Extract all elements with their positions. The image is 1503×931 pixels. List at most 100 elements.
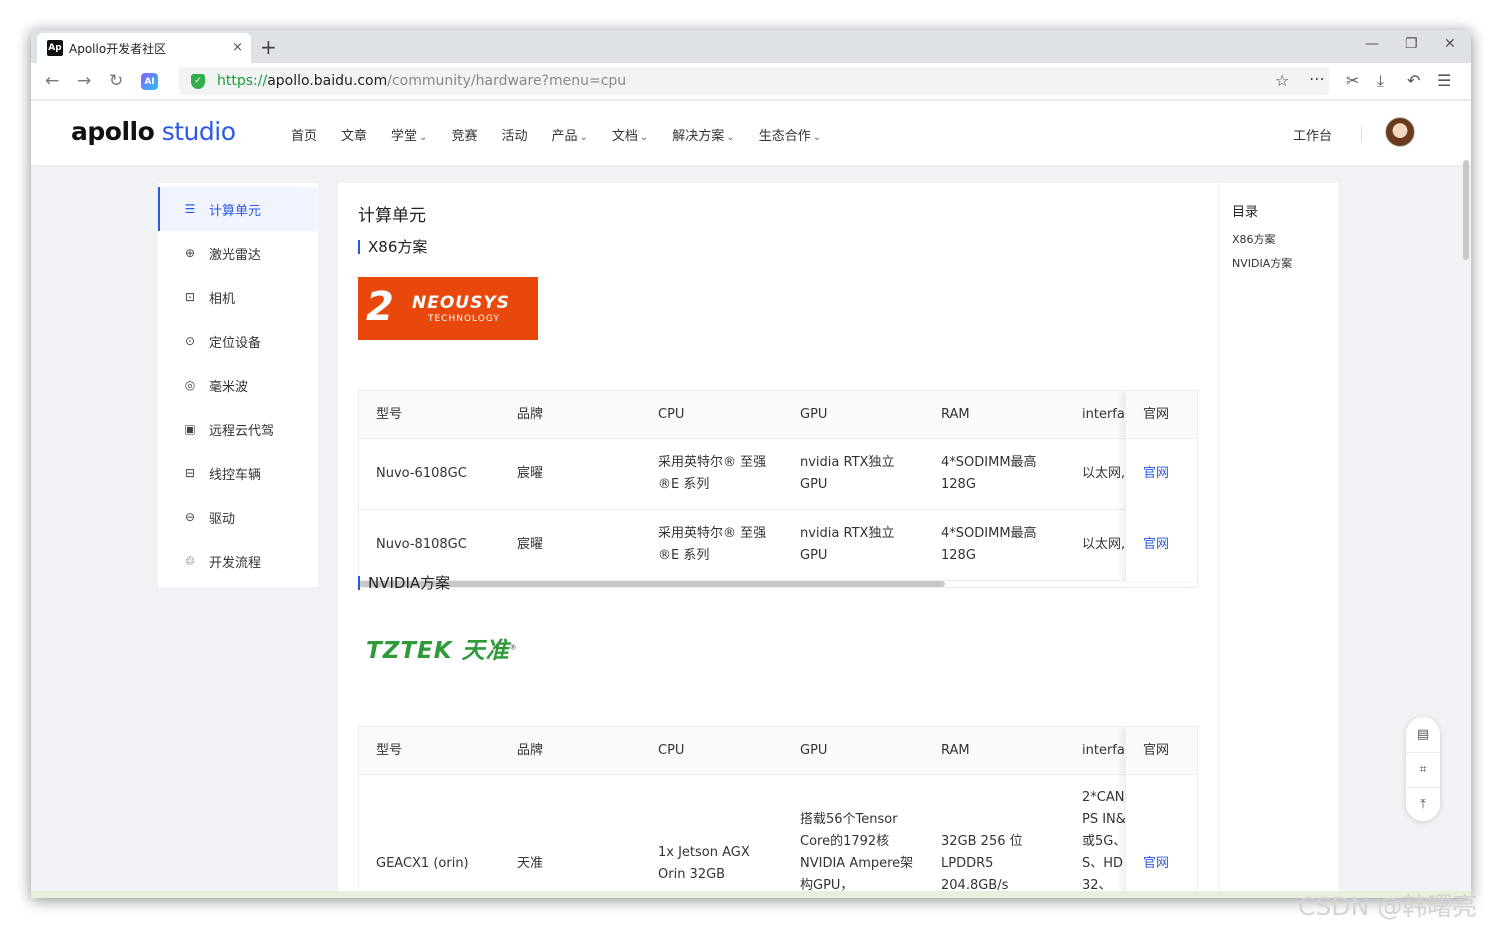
- cell-brand: 天准: [517, 856, 544, 871]
- reload-icon[interactable]: ↻: [109, 71, 123, 91]
- close-window-icon[interactable]: ✕: [1444, 36, 1456, 52]
- bookmark-star-icon[interactable]: ☆: [1275, 71, 1289, 90]
- nav-item-solutions[interactable]: 解决方案 ⌄: [672, 125, 734, 144]
- radar-icon: ◎: [184, 378, 196, 392]
- col-interface: interfa: [1082, 743, 1125, 758]
- scan-icon[interactable]: ⌗: [1406, 752, 1440, 786]
- nav-item-docs[interactable]: 文档 ⌄: [612, 125, 648, 144]
- apollo-studio-logo[interactable]: apollo studio: [71, 117, 236, 146]
- table-row: Nuvo-6108GC 宸曜 采用英特尔® 至强®E 系列 nvidia RTX…: [359, 439, 1197, 510]
- screenshot-cut-icon[interactable]: ✂: [1346, 71, 1359, 90]
- url-path: /community/hardware?menu=cpu: [387, 73, 627, 89]
- back-icon[interactable]: ←: [45, 71, 59, 91]
- workbench-link[interactable]: 工作台: [1293, 125, 1332, 144]
- col-model: 型号: [376, 407, 403, 422]
- toc-item-x86[interactable]: X86方案: [1232, 231, 1276, 247]
- col-gpu: GPU: [800, 743, 828, 758]
- sidebar-item-lidar[interactable]: ⊕ 激光雷达: [158, 231, 318, 275]
- remote-icon: ▣: [184, 422, 196, 436]
- logo-main: apollo: [71, 117, 155, 146]
- bottom-strip: [31, 891, 1471, 898]
- database-icon: ☰: [184, 202, 196, 216]
- cell-model: Nuvo-8108GC: [376, 537, 467, 552]
- fixed-link-column: 官网 官网: [1125, 727, 1197, 898]
- feedback-icon[interactable]: ▤: [1406, 717, 1440, 751]
- tab-bar: Ap Apollo开发者社区 × + — ❐ ✕: [31, 30, 1471, 63]
- toc-item-nvidia[interactable]: NVIDIA方案: [1232, 255, 1292, 271]
- close-tab-icon[interactable]: ×: [232, 40, 243, 55]
- cell-interface: 以太网,: [1082, 466, 1126, 481]
- site-header: apollo studio 首页 文章 学堂 ⌄ 竞赛 活动 产品 ⌄ 文档 ⌄ 解决…: [31, 101, 1471, 165]
- cell-cpu: 采用英特尔® 至强®E 系列: [658, 455, 767, 492]
- cell-interface: 以太网,: [1082, 537, 1126, 552]
- col-website: 官网: [1143, 743, 1170, 758]
- main-content: 计算单元 X86方案 2 NEOUSYS TECHNOLOGY 型号 品牌 CP…: [338, 183, 1218, 898]
- main-nav: 首页 文章 学堂 ⌄ 竞赛 活动 产品 ⌄ 文档 ⌄ 解决方案 ⌄ 生态合作 ⌄: [291, 125, 845, 144]
- nav-item-academy[interactable]: 学堂 ⌄: [391, 125, 427, 144]
- forward-icon[interactable]: →: [77, 71, 91, 91]
- avatar[interactable]: [1385, 117, 1415, 147]
- toc-title: 目录: [1232, 205, 1259, 220]
- tztek-logo[interactable]: TZTEK 天准®: [366, 631, 518, 665]
- fixed-link-column: 官网 官网 官网: [1125, 391, 1197, 581]
- favicon-icon: Ap: [47, 40, 63, 56]
- menu-icon[interactable]: ☰: [1437, 71, 1451, 90]
- nav-item-ecosystem[interactable]: 生态合作 ⌄: [759, 125, 821, 144]
- tab-title: Apollo开发者社区: [69, 41, 167, 56]
- car-icon: ⊟: [184, 466, 196, 480]
- neousys-name: NEOUSYS: [412, 293, 510, 313]
- minimize-icon[interactable]: —: [1365, 36, 1379, 52]
- undo-icon[interactable]: ↶: [1407, 71, 1420, 90]
- ai-assistant-icon[interactable]: AI: [141, 73, 158, 90]
- hardware-sidebar: ☰ 计算单元 ⊕ 激光雷达 ⊡ 相机 ⊙ 定位设备 ◎ 毫米波 ▣ 远程云代驾 ⊟ 线控车辆 …: [158, 183, 318, 587]
- nav-item-home[interactable]: 首页: [291, 125, 317, 144]
- cell-ram: 4*SODIMM最高128G: [941, 526, 1037, 563]
- sidebar-item-mmwave[interactable]: ◎ 毫米波: [158, 363, 318, 407]
- sidebar-item-drive-by-wire[interactable]: ⊟ 线控车辆: [158, 451, 318, 495]
- neousys-mark: 2: [366, 284, 394, 330]
- back-to-top-icon[interactable]: ⤒: [1406, 787, 1440, 821]
- sidebar-item-compute-unit[interactable]: ☰ 计算单元: [158, 187, 318, 231]
- sidebar-item-dev-flow[interactable]: ♲ 开发流程: [158, 539, 318, 583]
- neousys-logo[interactable]: 2 NEOUSYS TECHNOLOGY: [358, 277, 538, 340]
- flow-icon: ♲: [184, 554, 196, 568]
- nav-item-events[interactable]: 活动: [501, 125, 527, 144]
- website-link[interactable]: 官网: [1143, 463, 1169, 485]
- driver-icon: ⊖: [184, 510, 196, 524]
- cell-ram: 32GB 256 位 LPDDR5 204.8GB/s: [941, 834, 1023, 893]
- table-row: Nuvo-8108GC 宸曜 采用英特尔® 至强®E 系列 nvidia RTX…: [359, 510, 1197, 581]
- url-field[interactable]: ✓ https:// apollo.baidu.com /community/h…: [179, 67, 1329, 95]
- restore-icon[interactable]: ❐: [1405, 36, 1418, 52]
- page-title: 计算单元: [358, 206, 426, 226]
- website-link[interactable]: 官网: [1143, 853, 1169, 875]
- cell-ram: 4*SODIMM最高128G: [941, 455, 1037, 492]
- browser-window: Ap Apollo开发者社区 × + — ❐ ✕ ← → ↻ AI ✓ http…: [31, 30, 1471, 898]
- sidebar-item-positioning[interactable]: ⊙ 定位设备: [158, 319, 318, 363]
- table-header-row: 型号 品牌 CPU GPU RAM interfa: [359, 727, 1197, 775]
- sidebar-item-remote-driving[interactable]: ▣ 远程云代驾: [158, 407, 318, 451]
- cell-gpu: 搭载56个Tensor Core的1792核NVIDIA Ampere架构GPU…: [800, 812, 914, 893]
- table-header-row: 型号 品牌 CPU GPU RAM interfa: [359, 391, 1197, 439]
- website-link[interactable]: 官网: [1143, 534, 1169, 556]
- sidebar-item-camera[interactable]: ⊡ 相机: [158, 275, 318, 319]
- floating-toolbar: ▤ ⌗ ⤒: [1406, 717, 1440, 821]
- nav-item-products[interactable]: 产品 ⌄: [551, 125, 587, 144]
- nav-item-competition[interactable]: 竞赛: [451, 125, 477, 144]
- cell-interface: 2*CAN PS IN& 或5G、 S、HD 32、1R 1G以太: [1082, 790, 1127, 893]
- watermark: CSDN @韩曙亮: [1298, 892, 1478, 921]
- col-cpu: CPU: [658, 407, 685, 422]
- sidebar-item-driver[interactable]: ⊖ 驱动: [158, 495, 318, 539]
- download-icon[interactable]: ⤓: [1377, 71, 1384, 91]
- browser-tab[interactable]: Ap Apollo开发者社区 ×: [37, 33, 251, 63]
- col-website: 官网: [1143, 407, 1170, 422]
- more-options-icon[interactable]: ⋯: [1309, 69, 1325, 88]
- chevron-down-icon: ⌄: [726, 132, 735, 143]
- nav-item-articles[interactable]: 文章: [341, 125, 367, 144]
- col-ram: RAM: [941, 407, 970, 422]
- x86-table: 型号 品牌 CPU GPU RAM interfa Nuvo-6108GC 宸曜…: [358, 390, 1198, 588]
- new-tab-button[interactable]: +: [260, 35, 277, 59]
- vertical-scrollbar[interactable]: [1463, 160, 1469, 260]
- location-icon: ⊙: [184, 334, 196, 348]
- section-heading-nvidia: NVIDIA方案: [358, 576, 450, 591]
- cell-brand: 宸曜: [517, 466, 544, 481]
